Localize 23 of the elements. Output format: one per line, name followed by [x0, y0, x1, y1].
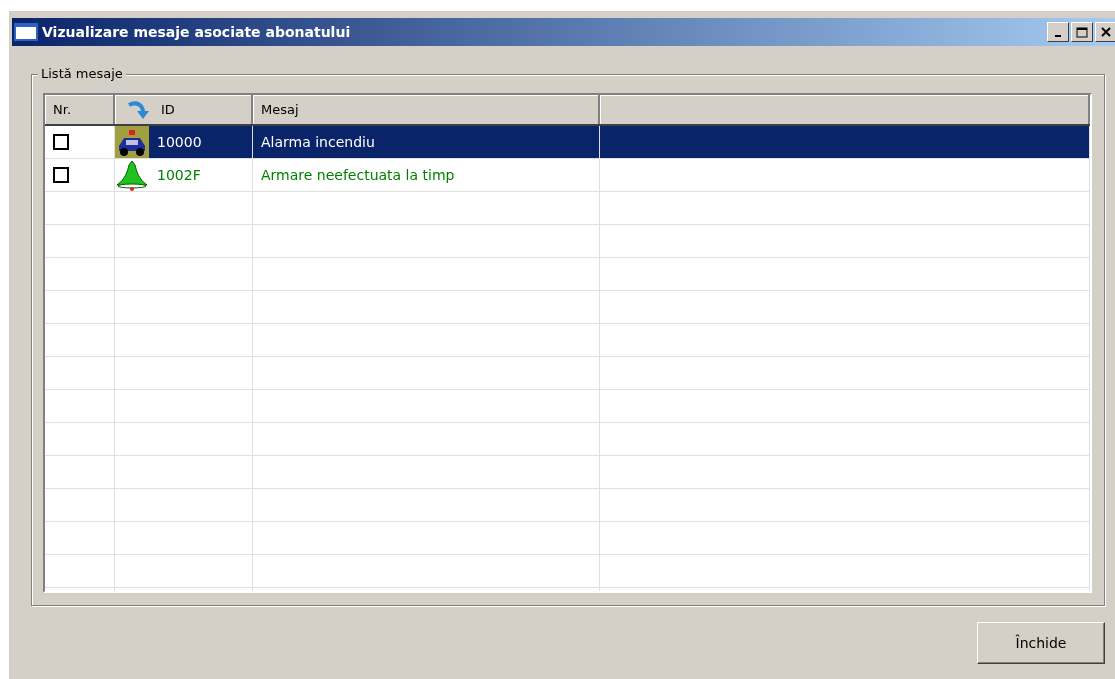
maximize-icon: [1076, 26, 1088, 38]
column-header[interactable]: ID: [115, 95, 253, 124]
minimize-icon: [1055, 35, 1061, 37]
message-cell: Armare neefectuata la timp: [261, 167, 455, 183]
group-label: Listă mesaje: [38, 66, 126, 81]
checkbox[interactable]: [53, 167, 69, 183]
column-header[interactable]: Nr.: [45, 95, 115, 124]
maximize-button[interactable]: [1071, 22, 1093, 42]
message-cell: Alarma incendiu: [261, 134, 375, 150]
message-row[interactable]: 10000 Alarma incendiu: [45, 126, 1090, 159]
window-icon: [14, 23, 38, 41]
police-car-icon: [115, 126, 149, 158]
minimize-button[interactable]: [1047, 22, 1069, 42]
id-cell: 1002F: [157, 167, 201, 183]
bell-icon: [115, 159, 149, 191]
message-row[interactable]: 1002F Armare neefectuata la timp: [45, 159, 1090, 192]
close-dialog-button[interactable]: Închide: [977, 622, 1105, 664]
id-cell: 10000: [157, 134, 202, 150]
checkbox[interactable]: [53, 134, 69, 150]
window-title: Vizualizare mesaje asociate abonatului: [42, 24, 352, 40]
close-button[interactable]: [1095, 22, 1115, 42]
close-icon: [1101, 27, 1111, 37]
column-header[interactable]: Mesaj: [253, 95, 600, 124]
